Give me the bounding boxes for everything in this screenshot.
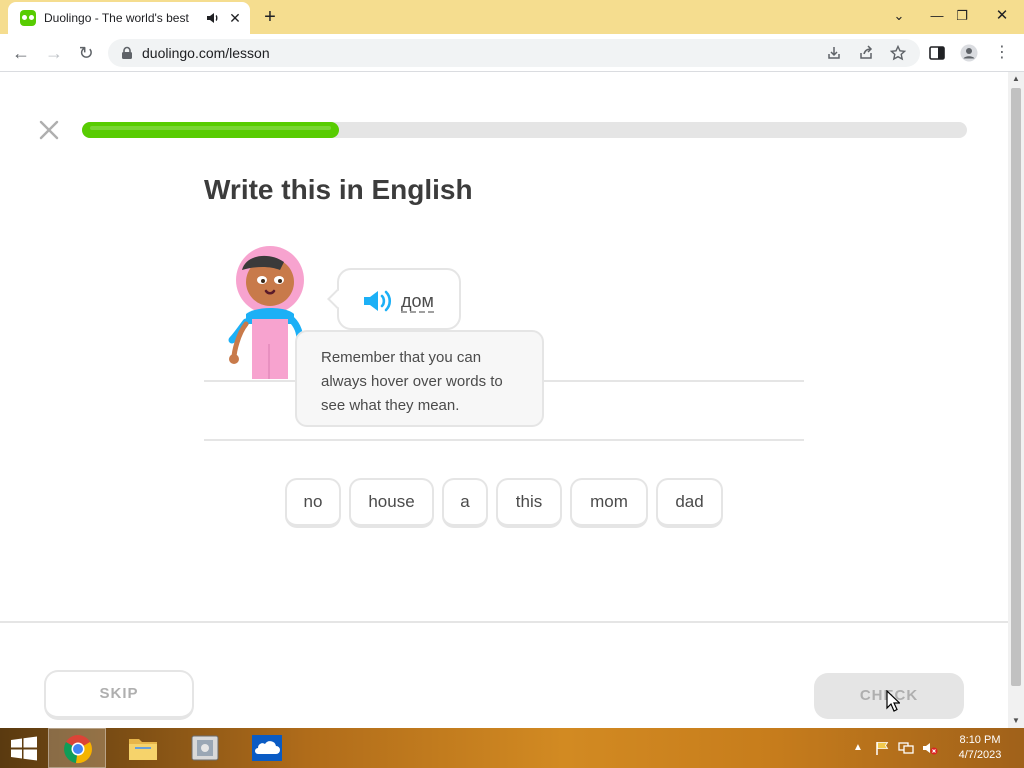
word-tile-house[interactable]: house [349, 478, 434, 528]
bookmark-star-icon[interactable] [890, 45, 906, 61]
system-clock[interactable]: 8:10 PM 4/7/2023 [948, 733, 1012, 763]
duolingo-favicon-icon [20, 10, 36, 26]
volume-muted-icon[interactable] [922, 740, 938, 756]
word-tile-no[interactable]: no [285, 478, 341, 528]
back-arrow-icon[interactable]: ← [9, 41, 33, 65]
mouse-pointer-icon [886, 690, 900, 712]
scroll-down-arrow-icon[interactable]: ▼ [1008, 714, 1024, 728]
quit-lesson-close-icon[interactable] [38, 119, 60, 141]
word-tile-dad[interactable]: dad [656, 478, 723, 528]
word-bank: no house a this mom dad [0, 478, 1008, 528]
profile-avatar-icon[interactable] [960, 44, 978, 62]
restore-window-button[interactable]: ❐ [946, 2, 978, 30]
network-icon[interactable] [898, 740, 914, 756]
taskbar-app-window[interactable] [176, 728, 234, 768]
page-scrollbar[interactable]: ▲ ▼ [1008, 72, 1024, 728]
answer-line-2 [204, 439, 804, 441]
word-tile-a[interactable]: a [442, 478, 488, 528]
side-panel-icon[interactable] [928, 44, 946, 62]
tab-search-chevron-down-icon[interactable]: ⌄ [883, 2, 915, 30]
scroll-up-arrow-icon[interactable]: ▲ [1008, 72, 1024, 86]
prompt-speech-bubble: дом [327, 268, 461, 330]
challenge-heading: Write this in English [204, 174, 473, 205]
lock-icon[interactable] [120, 46, 134, 60]
scrollbar-thumb[interactable] [1011, 88, 1021, 686]
app-window-icon [191, 735, 219, 761]
windows-taskbar: ▲ 8:10 PM 4/7/2023 [0, 728, 1024, 768]
install-app-icon[interactable] [826, 45, 842, 61]
word-tile-mom[interactable]: mom [570, 478, 648, 528]
windows-start-icon[interactable] [4, 732, 44, 764]
url-text: duolingo.com/lesson [142, 45, 270, 61]
word-tile-this[interactable]: this [496, 478, 562, 528]
browser-menu-kebab-icon[interactable]: ⋮ [990, 41, 1014, 65]
folder-icon [129, 739, 157, 760]
lesson-progress-fill [82, 122, 339, 138]
speaker-audio-icon[interactable] [361, 288, 393, 314]
tab-close-icon[interactable]: ✕ [227, 10, 243, 26]
onedrive-cloud-icon [252, 735, 282, 761]
forward-arrow-icon[interactable]: → [42, 41, 66, 65]
lesson-progress-bar [82, 122, 967, 138]
browser-tab-duolingo[interactable]: Duolingo - The world's best ✕ [8, 2, 250, 34]
tab-title: Duolingo - The world's best [44, 11, 189, 25]
new-tab-button[interactable]: + [260, 7, 280, 27]
clock-time: 8:10 PM [959, 734, 1001, 746]
show-hidden-icons-chevron-up-icon[interactable]: ▲ [850, 740, 866, 756]
taskbar-onedrive-app[interactable] [238, 728, 296, 768]
skip-button[interactable]: SKIP [44, 670, 194, 720]
prompt-word[interactable]: дом [401, 291, 434, 313]
tab-audio-playing-icon[interactable] [205, 10, 221, 26]
share-icon[interactable] [858, 45, 874, 61]
address-bar[interactable]: duolingo.com/lesson [108, 39, 920, 67]
chrome-icon [64, 735, 92, 764]
hover-hint-text: Remember that you can always hover over … [321, 349, 503, 414]
browser-tab-strip: Duolingo - The world's best ✕ + ⌄ — ❐ ✕ [0, 0, 1024, 34]
taskbar-chrome-app[interactable] [48, 728, 106, 768]
taskbar-file-explorer-app[interactable] [114, 728, 172, 768]
lesson-page: Write this in English дом Remember that … [0, 72, 1008, 728]
action-center-flag-icon[interactable] [874, 740, 890, 756]
reload-icon[interactable]: ↻ [74, 41, 98, 65]
close-window-button[interactable]: ✕ [980, 2, 1024, 30]
clock-date: 4/7/2023 [958, 749, 1002, 761]
browser-toolbar: ← → ↻ duolingo.com/lesson ⋮ [0, 34, 1024, 72]
lesson-footer: SKIP CHECK [0, 621, 1008, 728]
hover-hint-tooltip: Remember that you can always hover over … [295, 330, 544, 427]
